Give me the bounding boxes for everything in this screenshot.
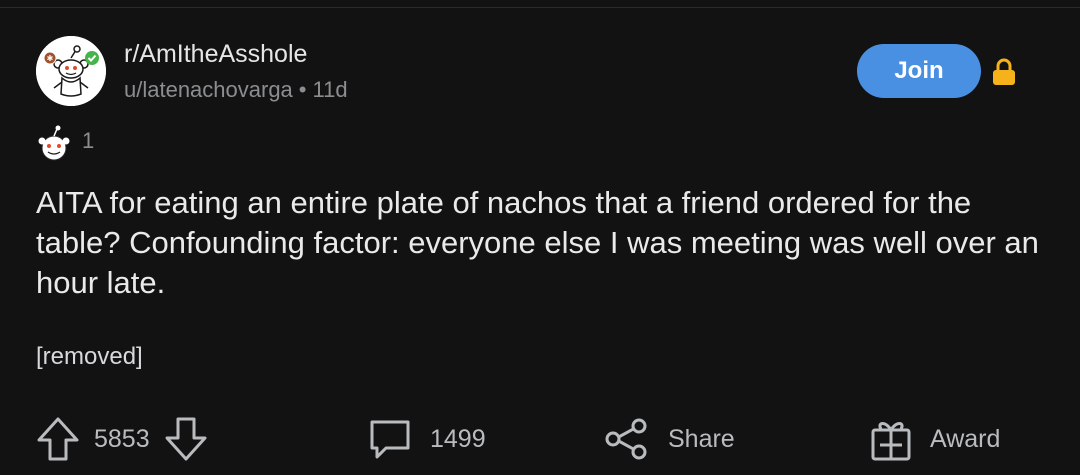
award-label: Award [930,424,1001,453]
award-button[interactable]: Award [868,414,1000,464]
author-link[interactable]: u/latenachovarga [124,77,293,102]
vote-bar: 5853 [36,414,208,464]
lock-icon [993,58,1015,85]
svg-text:✱: ✱ [47,54,54,63]
snoo-flair-icon [38,125,70,161]
post-body: [removed] [36,343,143,370]
comment-count: 1499 [430,424,486,453]
snoo-avatar-icon: ✱ [36,36,106,106]
share-label: Share [668,424,735,453]
gift-award-icon [871,422,911,461]
share-icon [605,418,647,460]
share-button[interactable]: Share [604,414,735,464]
top-divider [0,7,1080,8]
vote-count: 5853 [94,424,150,453]
comments-button[interactable]: 1499 [368,414,486,464]
downvote-arrow-icon[interactable] [164,416,208,462]
join-button[interactable]: Join [857,44,981,98]
post-title[interactable]: AITA for eating an entire plate of nacho… [36,183,1046,303]
comment-bubble-icon [370,420,410,459]
flair-count: 1 [82,128,95,153]
subreddit-avatar[interactable]: ✱ [36,36,106,106]
subreddit-name[interactable]: r/AmItheAsshole [124,40,307,69]
meta-separator: • [298,77,307,102]
post-age: 11d [312,77,348,102]
upvote-arrow-icon[interactable] [36,416,80,462]
post-meta: u/latenachovarga • 11d [124,77,348,103]
